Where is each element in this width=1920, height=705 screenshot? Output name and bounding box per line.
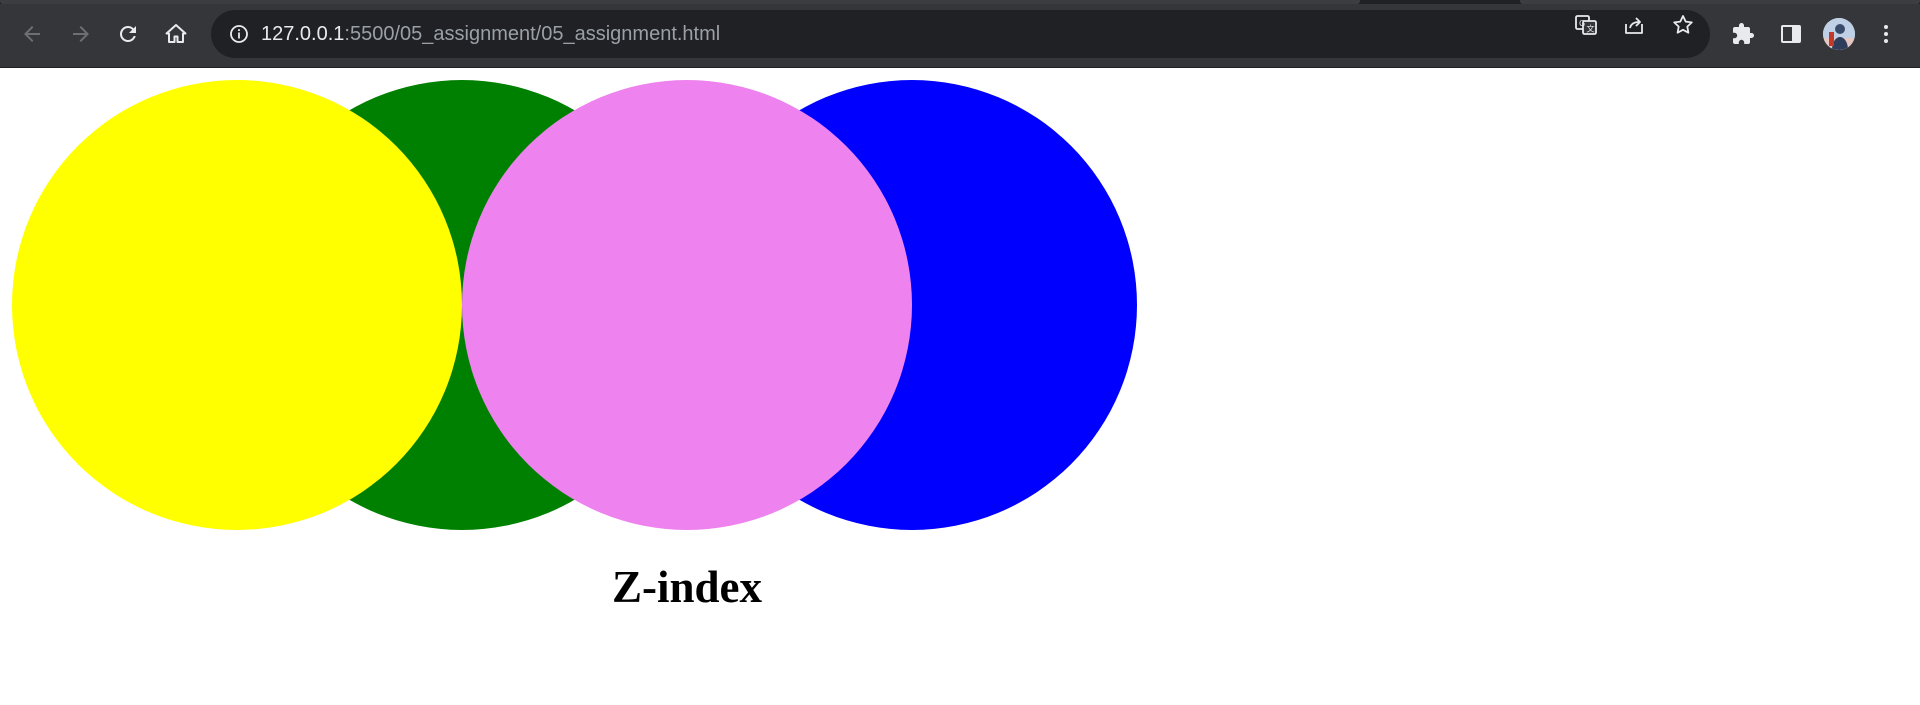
browser-menu-button[interactable] (1868, 16, 1904, 52)
forward-button[interactable] (63, 16, 99, 52)
url-path: :5500/05_assignment/05_assignment.html (344, 23, 721, 45)
puzzle-icon (1733, 23, 1754, 44)
extensions-button[interactable] (1725, 16, 1761, 52)
browser-toolbar: 127.0.0.1:5500/05_assignment/05_assignme… (0, 0, 1920, 68)
reload-button[interactable] (110, 16, 146, 52)
svg-text:文: 文 (1587, 24, 1595, 34)
site-info-button[interactable] (227, 22, 251, 46)
translate-button[interactable]: G 文 (1573, 12, 1599, 38)
svg-text:G: G (1579, 19, 1585, 28)
tab-strip (0, 0, 1920, 4)
url-host: 127.0.0.1 (261, 23, 345, 45)
translate-icon: G 文 (1575, 15, 1597, 35)
home-icon (165, 24, 187, 43)
kebab-menu-icon (1884, 25, 1888, 43)
address-bar[interactable]: 127.0.0.1:5500/05_assignment/05_assignme… (211, 10, 1710, 58)
back-button[interactable] (14, 16, 50, 52)
tab-strip-segment (0, 0, 1360, 4)
star-icon (1673, 15, 1693, 34)
share-icon (1625, 17, 1643, 34)
page-heading: Z-index (612, 562, 763, 612)
bookmark-button[interactable] (1670, 12, 1696, 38)
page-viewport: Z-index (0, 68, 1920, 705)
home-button[interactable] (158, 16, 194, 52)
tab-strip-segment (1520, 0, 1920, 4)
reload-icon (119, 25, 136, 42)
url-text[interactable]: 127.0.0.1:5500/05_assignment/05_assignme… (261, 10, 720, 58)
profile-avatar[interactable] (1823, 18, 1855, 50)
violet-circle (462, 80, 912, 530)
yellow-circle (12, 80, 462, 530)
avatar-icon (1823, 18, 1855, 50)
info-icon (230, 25, 248, 43)
arrow-right-icon (73, 26, 89, 42)
share-button[interactable] (1621, 12, 1647, 38)
arrow-left-icon (24, 26, 40, 42)
side-panel-icon (1781, 25, 1801, 43)
side-panel-button[interactable] (1773, 16, 1809, 52)
